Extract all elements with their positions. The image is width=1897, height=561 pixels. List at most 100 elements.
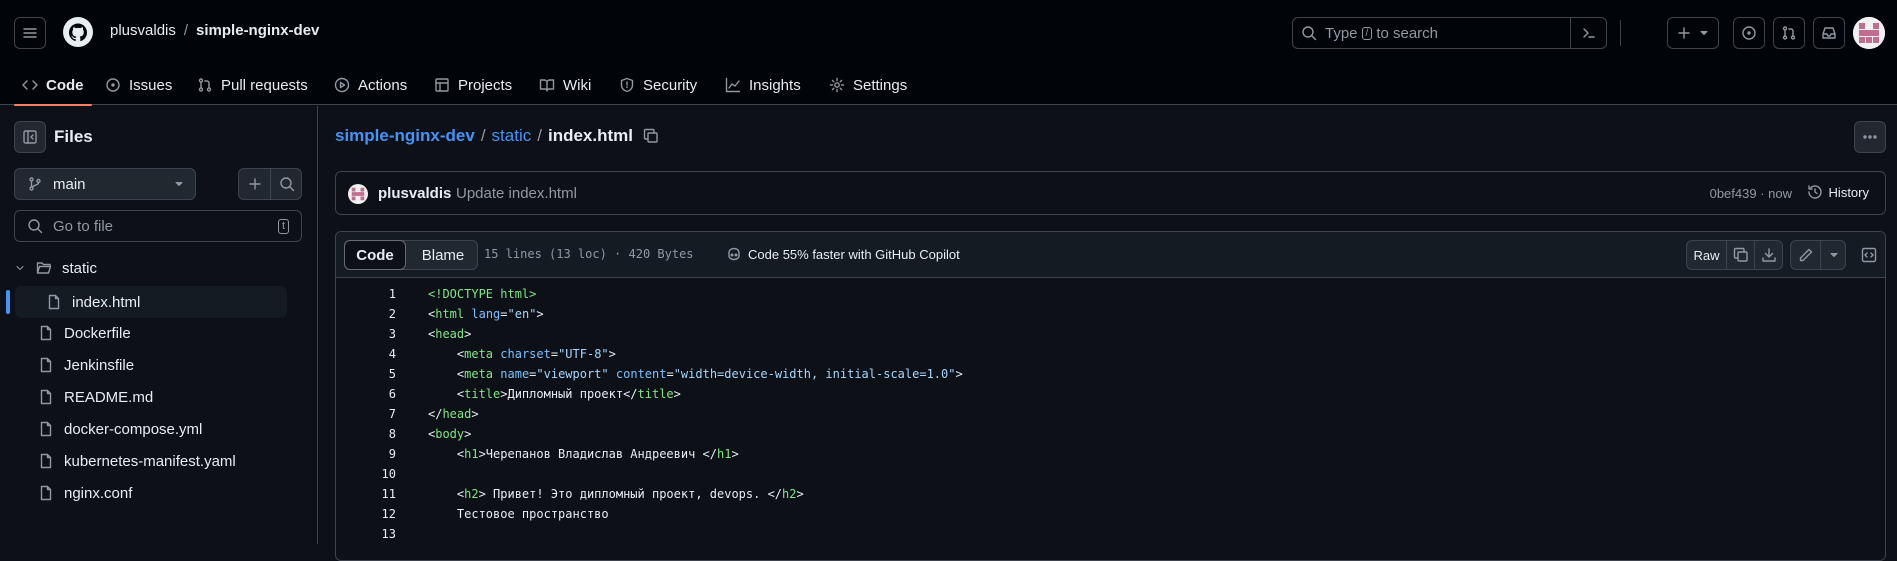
line-number: 12 <box>381 507 396 521</box>
pull-request-icon <box>1782 26 1796 40</box>
create-new-button[interactable] <box>1667 17 1719 49</box>
header-divider <box>1620 20 1621 46</box>
branch-icon <box>29 177 41 191</box>
inbox-button[interactable] <box>1813 17 1845 49</box>
file-viewer: Code Blame 15 lines (13 loc) · 420 Bytes… <box>335 231 1886 561</box>
tab-security[interactable]: Security <box>619 65 697 105</box>
branch-selector[interactable]: main <box>14 168 196 200</box>
commit-author[interactable]: plusvaldis <box>378 185 451 202</box>
command-palette-button[interactable] <box>1570 18 1606 48</box>
search-files-button[interactable] <box>271 169 303 199</box>
file-icon <box>48 294 60 310</box>
code-line: <title>Дипломный проект</title> <box>428 387 681 401</box>
sidebar-title: Files <box>54 127 93 146</box>
file-label: Jenkinsfile <box>64 356 135 374</box>
download-button[interactable] <box>1755 241 1783 269</box>
hamburger-icon <box>23 28 37 38</box>
tree-file-readme[interactable]: README.md <box>38 381 153 413</box>
line-number: 9 <box>388 447 396 461</box>
play-icon <box>334 77 350 93</box>
breadcrumb-separator: / <box>480 126 486 145</box>
tab-settings[interactable]: Settings <box>829 65 907 105</box>
tree-file-kubernetes-manifest[interactable]: kubernetes-manifest.yaml <box>38 445 236 477</box>
raw-button[interactable]: Raw <box>1687 241 1727 269</box>
tab-label: Pull requests <box>221 76 308 94</box>
breadcrumb-folder-link[interactable]: static <box>492 126 532 146</box>
tree-file-index-html[interactable]: index.html <box>46 286 140 318</box>
selected-item-indicator <box>6 290 10 314</box>
code-view-button[interactable]: Code <box>344 240 406 270</box>
sidebar-actions-group <box>238 168 302 200</box>
issue-icon <box>1742 26 1756 40</box>
tab-pull-requests[interactable]: Pull requests <box>197 65 308 105</box>
tab-code[interactable]: Code <box>14 65 91 106</box>
tree-file-nginx-conf[interactable]: nginx.conf <box>38 477 132 509</box>
tab-issues[interactable]: Issues <box>105 65 172 105</box>
repo-name-link[interactable]: simple-nginx-dev <box>196 22 319 39</box>
go-to-file-shortcut: t <box>277 219 289 234</box>
tree-file-jenkinsfile[interactable]: Jenkinsfile <box>38 349 134 381</box>
tab-projects[interactable]: Projects <box>434 65 512 105</box>
global-search-input[interactable]: Type / to search <box>1292 17 1607 49</box>
tree-file-dockerfile[interactable]: Dockerfile <box>38 317 131 349</box>
copy-icon[interactable] <box>643 128 659 144</box>
sidebar-collapse-icon <box>23 130 37 144</box>
file-icon <box>40 325 52 341</box>
history-button[interactable]: History <box>1807 184 1869 200</box>
issues-button[interactable] <box>1733 17 1765 49</box>
tab-label: Insights <box>749 76 801 94</box>
triangle-down-icon <box>1700 30 1708 36</box>
file-icon <box>40 485 52 501</box>
copy-raw-button[interactable] <box>1727 241 1755 269</box>
collapse-sidebar-button[interactable] <box>14 121 46 153</box>
code-line: <html lang="en"> <box>428 307 544 321</box>
breadcrumb-repo-link[interactable]: simple-nginx-dev <box>335 126 475 146</box>
tab-actions[interactable]: Actions <box>334 65 407 105</box>
edit-actions-group <box>1790 240 1846 270</box>
breadcrumb-file: index.html <box>547 126 633 145</box>
edit-options-button[interactable] <box>1821 241 1846 269</box>
tab-label: Code <box>46 76 84 94</box>
go-to-file-input[interactable]: Go to file t <box>14 210 302 242</box>
commit-sha-time[interactable]: 0bef439 · now <box>1710 186 1792 201</box>
pull-requests-button[interactable] <box>1773 17 1805 49</box>
commit-message[interactable]: Update index.html <box>456 185 577 202</box>
tree-file-docker-compose[interactable]: docker-compose.yml <box>38 413 202 445</box>
tree-folder-static[interactable]: static <box>14 252 97 284</box>
github-logo[interactable] <box>62 16 94 48</box>
file-icon <box>40 357 52 373</box>
symbols-panel-button[interactable] <box>1854 240 1884 270</box>
add-file-button[interactable] <box>239 169 271 199</box>
line-number: 4 <box>388 347 396 361</box>
commit-author-avatar[interactable] <box>348 184 368 204</box>
copilot-link[interactable]: Code 55% faster with GitHub Copilot <box>726 246 960 262</box>
go-to-file-placeholder: Go to file <box>53 217 114 235</box>
code-line: Тестовое пространство <box>428 507 609 521</box>
repo-owner-link[interactable]: plusvaldis <box>110 22 176 39</box>
file-icon <box>40 389 52 405</box>
code-square-icon <box>1861 247 1877 263</box>
tab-label: Actions <box>358 76 408 94</box>
user-avatar[interactable] <box>1853 17 1885 49</box>
code-line: <h1>Черепанов Владислав Андреевич </h1> <box>428 447 739 461</box>
search-icon <box>1302 26 1317 41</box>
file-label: docker-compose.yml <box>64 420 203 438</box>
line-number: 3 <box>388 327 396 341</box>
line-number: 5 <box>388 367 396 381</box>
line-number: 1 <box>388 287 396 301</box>
blame-view-button[interactable]: Blame <box>407 241 479 269</box>
history-icon <box>1807 185 1822 199</box>
triangle-down-icon <box>1829 252 1838 258</box>
pull-request-icon <box>198 78 212 92</box>
tab-insights[interactable]: Insights <box>725 65 801 105</box>
tab-wiki[interactable]: Wiki <box>539 65 591 105</box>
branch-name: main <box>53 175 86 193</box>
plus-icon <box>1678 27 1690 39</box>
menu-button[interactable] <box>14 17 46 49</box>
more-options-button[interactable] <box>1854 121 1886 153</box>
breadcrumb: simple-nginx-dev / static / index.html <box>335 126 659 146</box>
identicon <box>1853 17 1885 49</box>
edit-file-button[interactable] <box>1791 241 1821 269</box>
kebab-horizontal-icon <box>1863 135 1877 139</box>
copy-icon <box>1733 247 1748 262</box>
